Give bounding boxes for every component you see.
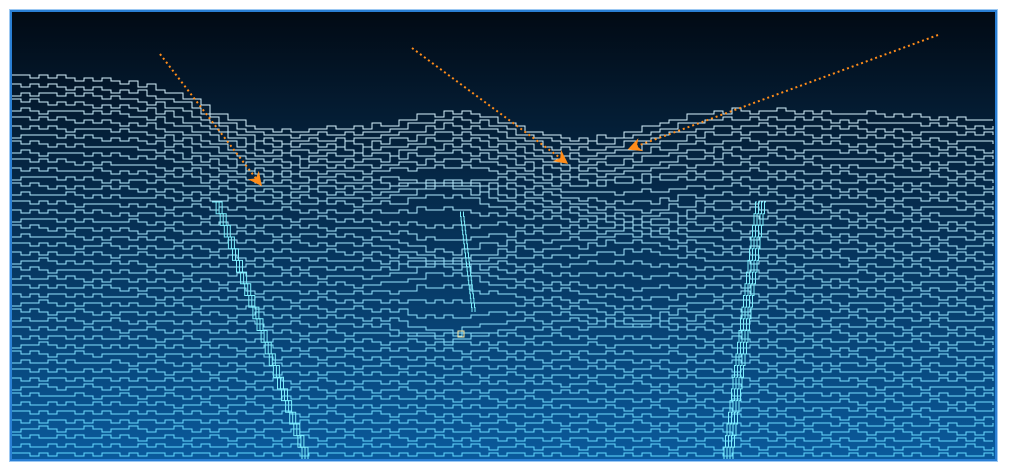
contour-canvas: [12, 12, 995, 459]
background: [12, 12, 995, 459]
